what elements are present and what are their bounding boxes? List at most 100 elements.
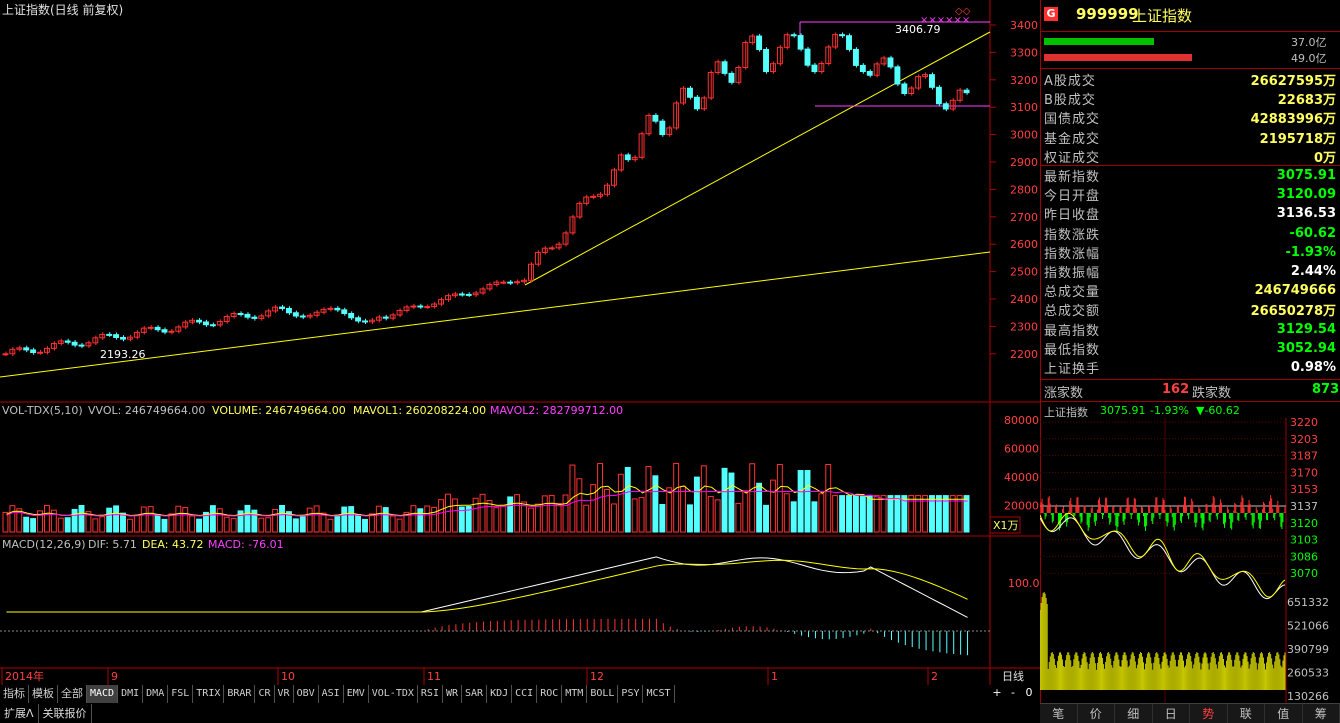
rise-label: 涨家数 [1044, 386, 1084, 401]
quote-row-value: 246749666 [1254, 283, 1336, 299]
intraday-vol-tick: 651332 [1287, 596, 1329, 609]
candle-body [106, 333, 113, 336]
date-tick: 2 [931, 670, 938, 683]
candle-body [285, 307, 292, 314]
indicator-tab-dma[interactable]: DMA [143, 685, 169, 703]
indicator-tab-psy[interactable]: PSY [618, 685, 644, 703]
right-tab-2[interactable]: 细 [1115, 704, 1153, 723]
volume-bar [763, 504, 769, 533]
candle-body [341, 309, 348, 314]
candle-body [382, 316, 389, 319]
related-quotes-tab[interactable]: 关联报价 [39, 704, 92, 723]
indicator-tab-vol-tdx[interactable]: VOL-TDX [369, 685, 418, 703]
candle-body [299, 315, 306, 318]
candle-body [811, 64, 818, 73]
candle-body [92, 337, 99, 344]
candle-body [652, 114, 659, 122]
zoom-out-button[interactable]: - [1006, 686, 1020, 699]
indicator-tab-vr[interactable]: VR [275, 685, 294, 703]
candle-body [839, 34, 846, 37]
volume-bar [839, 495, 846, 533]
indicator-tab-rsi[interactable]: RSI [418, 685, 443, 703]
quote-row: 上证换手 0.98% [1044, 358, 1336, 377]
indicator-tab-全部[interactable]: 全部 [58, 685, 87, 703]
candle-body [451, 293, 458, 297]
zoom-in-button[interactable]: + [990, 686, 1004, 699]
indicator-tab-macd[interactable]: MACD [87, 685, 119, 703]
volume-bar [265, 517, 272, 533]
candle-body [894, 66, 901, 85]
candle-body [161, 329, 168, 333]
candle-body [16, 347, 23, 350]
right-tab-3[interactable]: 日 [1153, 704, 1190, 723]
volume-bar [43, 504, 50, 533]
right-tab-1[interactable]: 价 [1078, 704, 1115, 723]
zoom-reset-button[interactable]: 0 [1022, 686, 1036, 699]
quote-row-value: -1.93% [1285, 244, 1337, 260]
intraday-chart[interactable]: 3220 3203 3187 3170 3153 3137 3120 3103 3086 3070… [1040, 418, 1340, 703]
intraday-vol-tick: 260533 [1287, 667, 1329, 680]
indicator-tab-模板[interactable]: 模板 [29, 685, 58, 703]
quote-row: 指数涨幅 -1.93% [1044, 243, 1336, 262]
indicator-tab-mcst[interactable]: MCST [643, 685, 675, 703]
indicator-tab-trix[interactable]: TRIX [193, 685, 225, 703]
quote-row-label: 权证成交 [1044, 150, 1101, 166]
indicator-tab-mtm[interactable]: MTM [562, 685, 588, 703]
indicator-tab-emv[interactable]: EMV [344, 685, 369, 703]
candle-body [71, 341, 78, 346]
volume-bar [873, 495, 880, 533]
right-tab-6[interactable]: 值 [1265, 704, 1303, 723]
volume-bar [880, 495, 887, 533]
price-tick: 3200 [1010, 74, 1038, 87]
candle-body [78, 344, 85, 347]
indicator-tab-brar[interactable]: BRAR [224, 685, 256, 703]
price-tick: 2600 [1010, 238, 1038, 251]
expand-tab[interactable]: 扩展ᐱ [0, 704, 39, 723]
indicator-tab-dmi[interactable]: DMI [118, 685, 144, 703]
volume-bar [500, 504, 507, 533]
chart-title: 上证指数(日线 前复权) [2, 2, 123, 17]
volume-bar [417, 508, 424, 533]
indicator-tab-roc[interactable]: ROC [537, 685, 563, 703]
diamond-icon[interactable]: ◇◇ [955, 6, 971, 17]
indicator-tab-boll[interactable]: BOLL [587, 685, 619, 703]
volume-bar [320, 512, 327, 533]
steep-trendline [524, 31, 991, 286]
volume-bar [161, 518, 168, 533]
date-tick: 11 [427, 670, 441, 683]
chart-canvas[interactable]: 3400 3300 3200 3100 3000 2900 2800 2700 2600 2500… [0, 0, 1040, 685]
volume-bar [790, 501, 797, 533]
volume-bar [811, 501, 818, 533]
intraday-price-tick: 3086 [1290, 550, 1318, 563]
indicator-tab-kdj[interactable]: KDJ [487, 685, 513, 703]
volume-bar [687, 504, 693, 533]
right-tab-4[interactable]: 势 [1190, 704, 1228, 723]
vol-tick: 20000 [1004, 500, 1039, 513]
intraday-price-tick: 3153 [1290, 483, 1318, 496]
indicator-tab-cci[interactable]: CCI [512, 685, 538, 703]
indicator-tab-wr[interactable]: WR [443, 685, 463, 703]
period-label[interactable]: 日线 [1002, 669, 1024, 683]
right-tab-5[interactable]: 联 [1228, 704, 1265, 723]
quote-row-label: 指数振幅 [1044, 266, 1101, 281]
indicator-tab-sar[interactable]: SAR [462, 685, 488, 703]
volume-bar [507, 496, 514, 533]
right-tab-0[interactable]: 笔 [1040, 704, 1078, 723]
indicator-tab-obv[interactable]: OBV [294, 685, 319, 703]
right-tab-7[interactable]: 筹 [1303, 704, 1340, 723]
indicator-tab-指标[interactable]: 指标 [0, 685, 29, 703]
intraday-price-tick: 3187 [1290, 450, 1318, 463]
volume-bar [555, 502, 562, 533]
trendlines[interactable] [0, 21, 991, 378]
sell-amount: 49.0亿 [1291, 52, 1327, 65]
indicator-tab-cr[interactable]: CR [255, 685, 275, 703]
candle-body [216, 320, 223, 326]
indicator-tab-asi[interactable]: ASI [319, 685, 344, 703]
volume-bar [362, 518, 368, 533]
candle-body [23, 347, 30, 351]
indicator-tab-fsl[interactable]: FSL [168, 685, 194, 703]
candle-body [659, 120, 666, 136]
quote-row: 最新指数 3075.91 [1044, 166, 1336, 185]
volume-bar [396, 518, 403, 533]
volume-bar [410, 505, 417, 533]
